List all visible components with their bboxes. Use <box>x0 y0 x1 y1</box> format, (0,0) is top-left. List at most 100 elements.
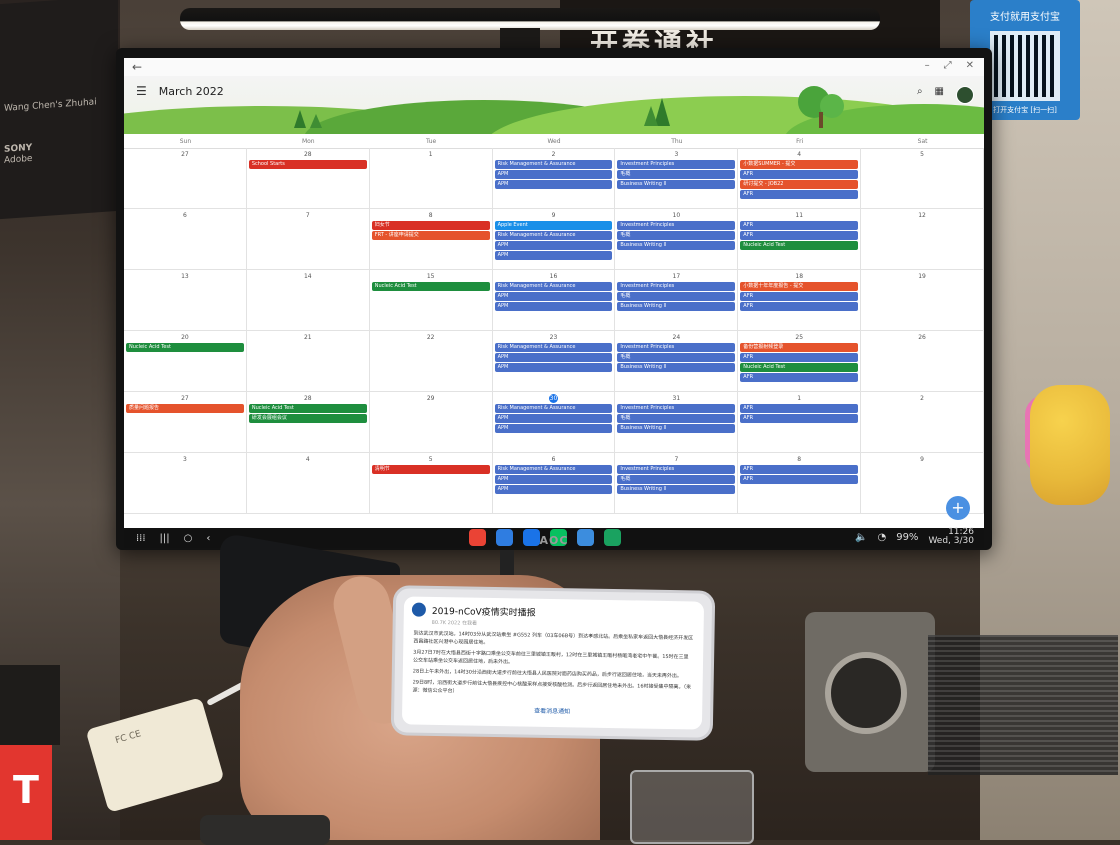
day-cell[interactable]: 23 Risk Management & Assurance APM APM <box>492 331 616 392</box>
event-chip[interactable]: Investment Principles <box>617 160 736 169</box>
event-chip[interactable]: 妇女节 <box>371 221 490 230</box>
avatar[interactable] <box>956 86 974 104</box>
event-chip[interactable]: Business Writing II <box>617 485 736 494</box>
close-icon[interactable]: ✕ <box>966 60 974 71</box>
event-chip[interactable]: Risk Management & Assurance <box>494 231 613 240</box>
event-chip[interactable]: APM <box>494 292 613 301</box>
event-chip[interactable]: 小数据十年年度报告 - 提交 <box>740 282 859 291</box>
event-chip[interactable]: Investment Principles <box>617 465 736 474</box>
event-chip[interactable]: AFR <box>740 373 859 382</box>
day-cell[interactable]: 12 <box>861 209 984 270</box>
event-chip[interactable]: 清明节 <box>371 465 490 474</box>
event-chip[interactable]: APM <box>494 170 613 179</box>
minimize-icon[interactable]: – <box>925 60 930 71</box>
event-chip[interactable]: Nucleic Acid Test <box>740 241 859 250</box>
event-chip[interactable]: Business Writing II <box>617 363 736 372</box>
event-chip[interactable]: Apple Event <box>494 221 613 230</box>
maximize-icon[interactable]: ⤢ <box>944 60 952 71</box>
event-chip[interactable]: AFR <box>740 404 859 413</box>
event-chip[interactable]: Investment Principles <box>617 282 736 291</box>
event-chip[interactable]: Risk Management & Assurance <box>494 343 613 352</box>
day-cell[interactable]: 30 Risk Management & Assurance APM APM <box>492 392 616 453</box>
hamburger-menu-icon[interactable]: ☰ <box>136 84 147 98</box>
event-chip[interactable]: AFR <box>740 292 859 301</box>
day-cell[interactable]: 3 <box>124 453 247 514</box>
event-chip[interactable]: School Starts <box>248 160 367 169</box>
day-cell[interactable]: 21 <box>246 331 370 392</box>
day-cell[interactable]: 22 <box>369 331 493 392</box>
event-chip[interactable]: Business Writing II <box>617 302 736 311</box>
event-chip[interactable]: Investment Principles <box>617 343 736 352</box>
day-cell[interactable]: 26 <box>861 331 984 392</box>
day-cell[interactable]: 8 AFR AFR <box>738 453 862 514</box>
day-cell[interactable]: 11 AFR AFR Nucleic Acid Test <box>738 209 862 270</box>
day-cell[interactable]: 19 <box>861 270 984 331</box>
event-chip[interactable]: 毛概 <box>617 170 736 179</box>
day-cell[interactable]: 18 小数据十年年度报告 - 提交 AFR AFR <box>738 270 862 331</box>
event-chip[interactable]: APM <box>494 485 613 494</box>
event-chip[interactable]: Business Writing II <box>617 180 736 189</box>
event-chip[interactable]: Nucleic Acid Test <box>740 363 859 372</box>
event-chip[interactable]: Risk Management & Assurance <box>494 160 613 169</box>
day-cell[interactable]: 27 <box>124 148 247 209</box>
event-chip[interactable]: 备份营报射频登录 <box>740 343 859 352</box>
day-cell[interactable]: 13 <box>124 270 247 331</box>
event-chip[interactable]: Investment Principles <box>617 404 736 413</box>
event-chip[interactable]: Business Writing II <box>617 424 736 433</box>
event-chip[interactable]: APM <box>494 414 613 423</box>
event-chip[interactable]: APM <box>494 251 613 260</box>
event-chip[interactable]: 毛概 <box>617 414 736 423</box>
day-cell[interactable]: 2 <box>861 392 984 453</box>
day-cell[interactable]: 7 <box>246 209 370 270</box>
day-cell[interactable]: 7 Investment Principles 毛概 Business Writing… <box>615 453 739 514</box>
event-chip[interactable]: Risk Management & Assurance <box>494 404 613 413</box>
day-cell[interactable]: 5 清明节 <box>369 453 493 514</box>
day-cell[interactable]: 31 Investment Principles 毛概 Business Writin… <box>615 392 739 453</box>
day-cell[interactable]: 28 School Starts <box>246 148 370 209</box>
event-chip[interactable]: APM <box>494 180 613 189</box>
event-chip[interactable]: AFR <box>740 475 859 484</box>
day-cell[interactable]: 1 <box>369 148 493 209</box>
event-chip[interactable]: APM <box>494 424 613 433</box>
event-chip[interactable]: AFR <box>740 353 859 362</box>
event-chip[interactable]: FRT - 讲座申请提交 <box>371 231 490 240</box>
event-chip[interactable]: Investment Principles <box>617 221 736 230</box>
day-cell[interactable]: 3 Investment Principles 毛概 Business Writing… <box>615 148 739 209</box>
event-chip[interactable]: APM <box>494 302 613 311</box>
back-arrow-icon[interactable]: ← <box>132 60 142 74</box>
day-cell[interactable]: 9 Apple Event Risk Management & Assurance A… <box>492 209 616 270</box>
event-chip[interactable]: 毛概 <box>617 475 736 484</box>
day-cell[interactable]: 25 备份营报射频登录 AFR Nucleic Acid Test AFR <box>738 331 862 392</box>
event-chip[interactable]: 质量问题报告 <box>126 404 244 413</box>
event-chip[interactable]: AFR <box>740 190 859 199</box>
event-chip[interactable]: 研讨提交 - JOB22 <box>740 180 859 189</box>
day-cell[interactable]: 14 <box>246 270 370 331</box>
calendar-view-icon[interactable]: ▦ <box>935 86 944 104</box>
event-chip[interactable]: APM <box>494 363 613 372</box>
day-cell[interactable]: 17 Investment Principles 毛概 Business Writin… <box>615 270 739 331</box>
day-cell[interactable]: 27 质量问题报告 <box>124 392 247 453</box>
day-cell[interactable]: 1 AFR AFR <box>738 392 862 453</box>
event-chip[interactable]: Risk Management & Assurance <box>494 465 613 474</box>
event-chip[interactable]: Business Writing II <box>617 241 736 250</box>
event-chip[interactable]: APM <box>494 475 613 484</box>
day-cell[interactable]: 29 <box>369 392 493 453</box>
day-cell[interactable]: 6 Risk Management & Assurance APM APM <box>492 453 616 514</box>
event-chip[interactable]: Risk Management & Assurance <box>494 282 613 291</box>
search-icon[interactable]: ⌕ <box>917 86 923 104</box>
event-chip[interactable]: AFR <box>740 221 859 230</box>
day-cell[interactable]: 28 Nucleic Acid Test 研发会展组会议 <box>246 392 370 453</box>
day-cell[interactable]: 2 Risk Management & Assurance APM APM <box>492 148 616 209</box>
event-chip[interactable]: AFR <box>740 302 859 311</box>
event-chip[interactable]: 毛概 <box>617 231 736 240</box>
event-chip[interactable]: 小数据SUMMER - 提交 <box>740 160 859 169</box>
event-chip[interactable]: AFR <box>740 170 859 179</box>
event-chip[interactable]: AFR <box>740 465 859 474</box>
event-chip[interactable]: Nucleic Acid Test <box>371 282 490 291</box>
event-chip[interactable]: Nucleic Acid Test <box>126 343 244 352</box>
event-chip[interactable]: 研发会展组会议 <box>248 414 367 423</box>
event-chip[interactable]: AFR <box>740 231 859 240</box>
event-chip[interactable]: APM <box>494 241 613 250</box>
day-cell[interactable]: 8 妇女节 FRT - 讲座申请提交 <box>369 209 493 270</box>
event-chip[interactable]: AFR <box>740 414 859 423</box>
